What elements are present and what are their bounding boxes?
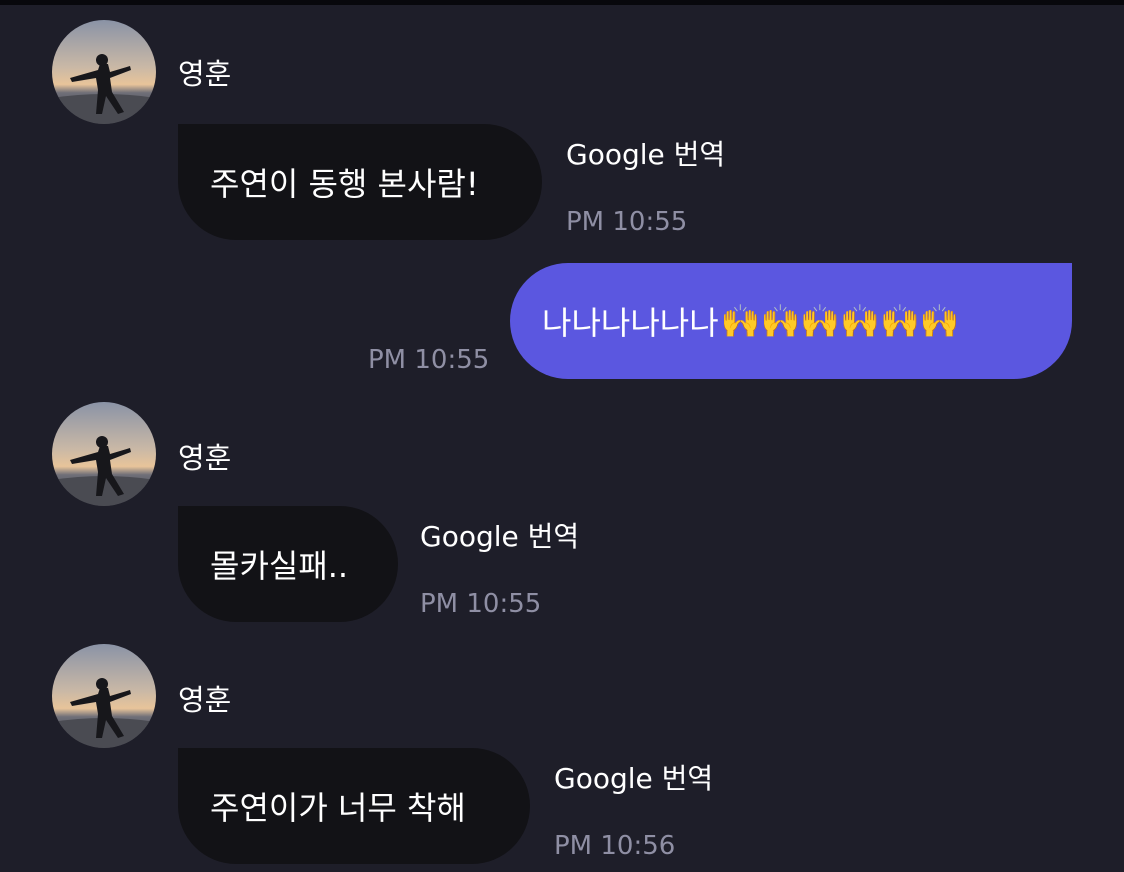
message-bubble[interactable]: 주연이가 너무 착해 xyxy=(178,748,530,864)
message-bubble[interactable]: 나나나나나나 🙌🙌🙌🙌🙌🙌 xyxy=(510,263,1072,379)
google-translate-link[interactable]: Google 번역 xyxy=(554,762,713,796)
raising-hands-icon: 🙌🙌🙌🙌🙌🙌 xyxy=(720,302,960,340)
message-timestamp: PM 10:55 xyxy=(420,589,542,619)
sender-name: 영훈 xyxy=(178,441,232,475)
sender-avatar[interactable] xyxy=(52,402,156,506)
message-text: 나나나나나나 xyxy=(542,304,719,342)
google-translate-link[interactable]: Google 번역 xyxy=(566,138,725,172)
sender-avatar[interactable] xyxy=(52,644,156,748)
message-text: 주연이 동행 본사람! xyxy=(210,165,479,203)
top-edge-bar xyxy=(0,0,1124,5)
sender-avatar[interactable] xyxy=(52,20,156,124)
sender-name: 영훈 xyxy=(178,57,232,91)
message-text: 몰카실패.. xyxy=(210,547,349,585)
message-timestamp: PM 10:56 xyxy=(554,831,676,861)
message-timestamp: PM 10:55 xyxy=(566,207,688,237)
message-text: 주연이가 너무 착해 xyxy=(210,789,466,827)
google-translate-link[interactable]: Google 번역 xyxy=(420,520,579,554)
message-timestamp: PM 10:55 xyxy=(368,345,490,375)
sender-name: 영훈 xyxy=(178,683,232,717)
message-bubble[interactable]: 주연이 동행 본사람! xyxy=(178,124,542,240)
message-bubble[interactable]: 몰카실패.. xyxy=(178,506,398,622)
